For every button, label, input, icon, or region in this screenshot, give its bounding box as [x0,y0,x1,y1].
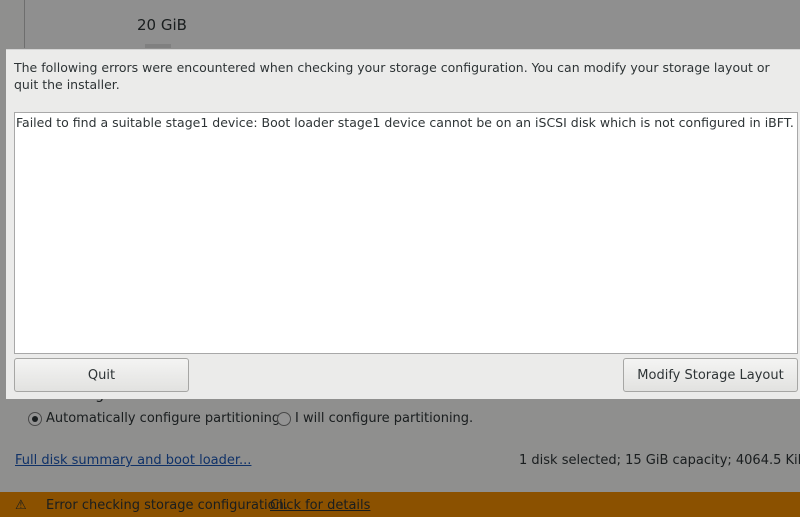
error-text: Failed to find a suitable stage1 device:… [16,115,794,130]
error-text-box[interactable]: Failed to find a suitable stage1 device:… [14,112,798,354]
modify-storage-layout-button[interactable]: Modify Storage Layout [623,358,798,392]
quit-button[interactable]: Quit [14,358,189,392]
dialog-message: The following errors were encountered wh… [14,60,770,92]
storage-error-dialog: The following errors were encountered wh… [6,49,800,399]
